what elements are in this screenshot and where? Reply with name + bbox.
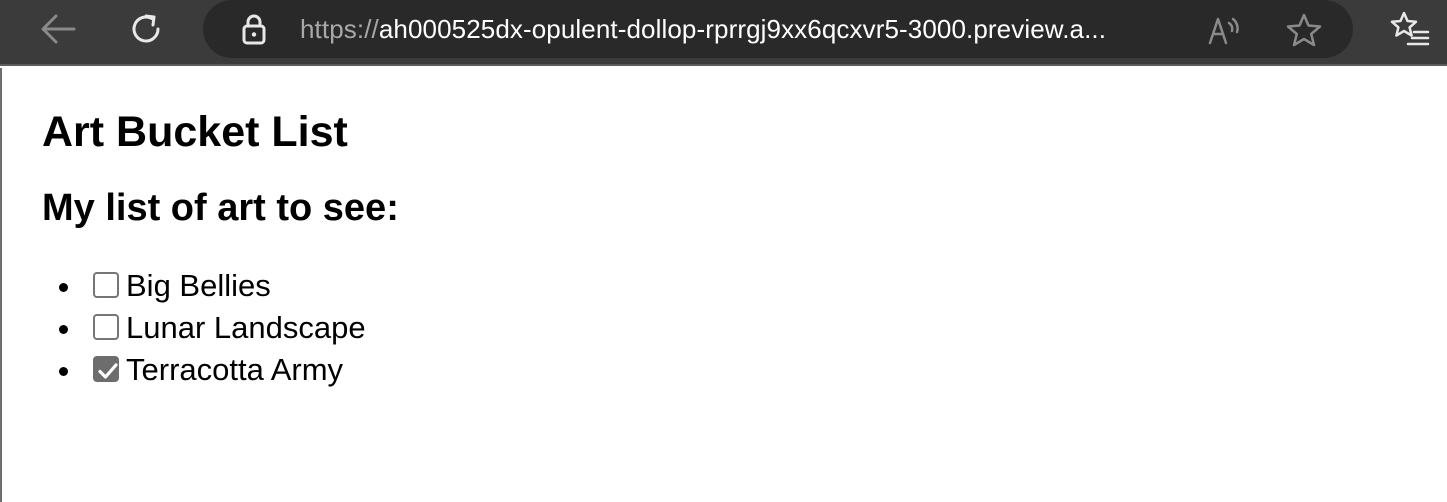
lock-icon[interactable] bbox=[239, 11, 269, 47]
browser-toolbar: https://ah000525dx-opulent-dollop-rprrgj… bbox=[0, 0, 1447, 66]
back-button[interactable] bbox=[38, 9, 78, 49]
bullet-icon bbox=[59, 283, 68, 292]
read-aloud-icon bbox=[1208, 17, 1239, 45]
url-host: ah000525dx-opulent-dollop-rprrgj9xx6qcxv… bbox=[378, 14, 1107, 44]
arrow-left-icon bbox=[41, 14, 76, 44]
checkbox-lunar-landscape[interactable] bbox=[93, 314, 119, 340]
url-text[interactable]: https://ah000525dx-opulent-dollop-rprrgj… bbox=[300, 13, 1106, 45]
page-title: Art Bucket List bbox=[42, 108, 348, 156]
bullet-icon bbox=[59, 367, 68, 376]
favorites-button[interactable] bbox=[1390, 9, 1430, 49]
item-label: Terracotta Army bbox=[126, 352, 344, 387]
address-bar[interactable]: https://ah000525dx-opulent-dollop-rprrgj… bbox=[203, 0, 1353, 58]
item-label: Big Bellies bbox=[126, 268, 271, 303]
star-icon bbox=[1286, 13, 1322, 47]
read-aloud-button[interactable] bbox=[1204, 10, 1244, 50]
item-label: Lunar Landscape bbox=[126, 310, 366, 345]
favorite-button[interactable] bbox=[1284, 10, 1324, 50]
favorites-list-icon bbox=[1390, 11, 1430, 46]
bullet-icon bbox=[59, 325, 68, 334]
checkbox-terracotta-army[interactable] bbox=[93, 356, 119, 382]
checkbox-big-bellies[interactable] bbox=[93, 272, 119, 298]
url-protocol: https:// bbox=[300, 14, 379, 44]
reload-icon bbox=[132, 14, 160, 43]
page-content: Art Bucket List My list of art to see: B… bbox=[0, 68, 1447, 502]
reload-button[interactable] bbox=[126, 9, 166, 49]
checkmark-icon bbox=[98, 363, 118, 379]
list-heading: My list of art to see: bbox=[42, 187, 399, 229]
